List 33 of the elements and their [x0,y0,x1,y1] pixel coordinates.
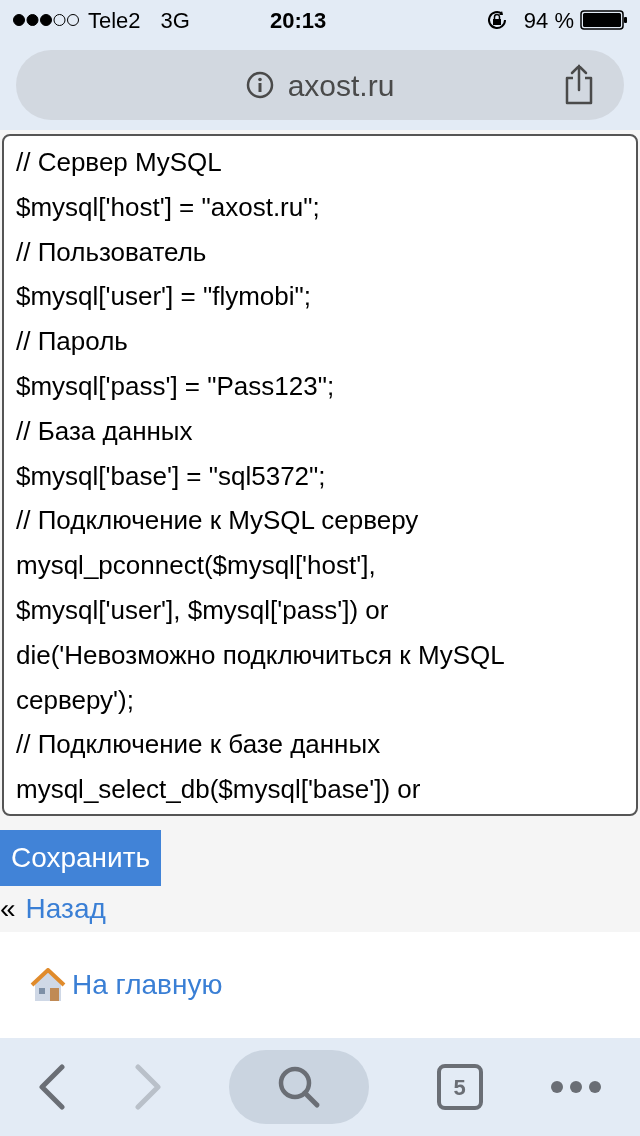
save-button[interactable]: Сохранить [0,830,162,886]
code-line: // Пользователь [16,235,207,269]
code-line: mysql_pconnect($mysql['host'], [16,549,376,583]
address-bar[interactable]: axost.ru [16,50,624,120]
code-line: $mysql['user'], $mysql['pass']) or [16,593,389,627]
signal-icon [12,13,80,27]
code-line: $mysql['base'] = "sql5372"; [16,459,326,493]
code-line: mysql_select_db($mysql['base']) or [16,773,421,807]
tabs-button[interactable]: 5 [436,1064,483,1110]
code-line: $mysql['pass'] = "Pass123"; [16,370,335,403]
house-icon [30,968,66,1002]
code-line: // Подключение к MySQL серверу [16,504,419,538]
search-icon [276,1064,322,1110]
code-line: // База данных [16,414,193,448]
url-text: axost.ru [287,67,395,104]
code-textarea[interactable] [2,134,638,816]
code-line: $mysql['host'] = "axost.ru"; [16,190,320,224]
back-quote-mark: « [0,892,16,926]
battery-icon [580,10,628,30]
code-line: die('Невозможно подключиться к MySQL [16,638,505,672]
code-line: // Сервер MySQL [16,146,222,179]
code-line: // Пароль [16,325,128,359]
code-line: серверу'); [16,683,134,717]
home-link[interactable]: На главную [72,964,223,1006]
network-type: 3G [160,6,190,35]
back-link[interactable]: Назад [25,888,106,930]
clock: 20:13 [269,6,327,35]
carrier: Tele2 [88,6,141,35]
info-icon[interactable] [245,71,274,99]
battery-percent: 94 % [523,6,574,35]
code-line: $mysql['user'] = "flymobi"; [16,280,311,314]
more-icon[interactable] [550,1080,602,1094]
code-line: // Подключение к базе данных [16,728,381,762]
